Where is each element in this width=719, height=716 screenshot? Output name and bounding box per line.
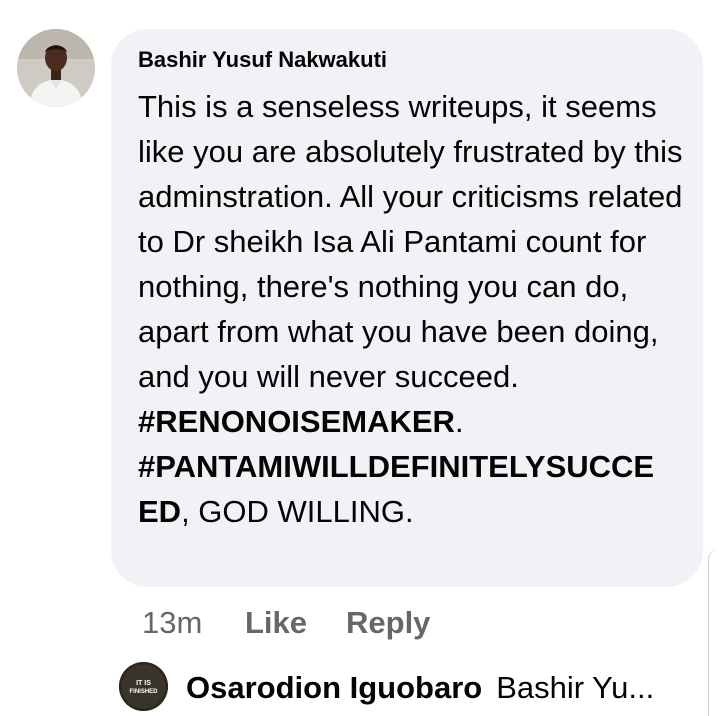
adjacent-panel-edge xyxy=(708,548,719,716)
comment-body: This is a senseless writeups, it seems l… xyxy=(138,84,683,534)
like-button[interactable]: Like xyxy=(245,605,307,641)
avatar-text-bottom: FINISHED xyxy=(129,689,158,695)
hashtag-part: #PANTAMIWILLDEFINITELYSUCCE xyxy=(138,449,655,484)
comment-bubble: Bashir Yusuf Nakwakuti This is a sensele… xyxy=(111,29,703,587)
reply-author-name[interactable]: Osarodion Iguobaro xyxy=(186,670,482,705)
reply-author-avatar[interactable]: IT IS FINISHED xyxy=(119,662,168,711)
avatar-text-top: IT IS xyxy=(136,680,151,687)
comment-text-line: This is a senseless writeups, it xyxy=(138,89,557,124)
commenter-avatar[interactable] xyxy=(17,29,95,107)
reply-preview-row[interactable]: Osarodion Iguobaro Bashir Yu... xyxy=(186,670,654,706)
comment-timestamp[interactable]: 13m xyxy=(142,605,202,641)
reply-button[interactable]: Reply xyxy=(346,605,430,641)
reply-preview-text[interactable]: Bashir Yu... xyxy=(496,670,654,705)
hashtag-link[interactable]: #RENONOISEMAKER xyxy=(138,404,455,439)
hashtag-part: ED xyxy=(138,494,182,529)
comment-closing-text: , GOD WILLING. xyxy=(181,494,414,529)
comment-text-line: from what you have been doing, xyxy=(217,314,659,349)
person-avatar-icon xyxy=(17,29,95,107)
comment-author-name[interactable]: Bashir Yusuf Nakwakuti xyxy=(138,47,387,73)
hashtag-suffix: . xyxy=(454,404,464,439)
comment-text-line: and you will never succeed. xyxy=(138,359,519,394)
it-is-finished-avatar-icon: IT IS FINISHED xyxy=(119,662,168,711)
